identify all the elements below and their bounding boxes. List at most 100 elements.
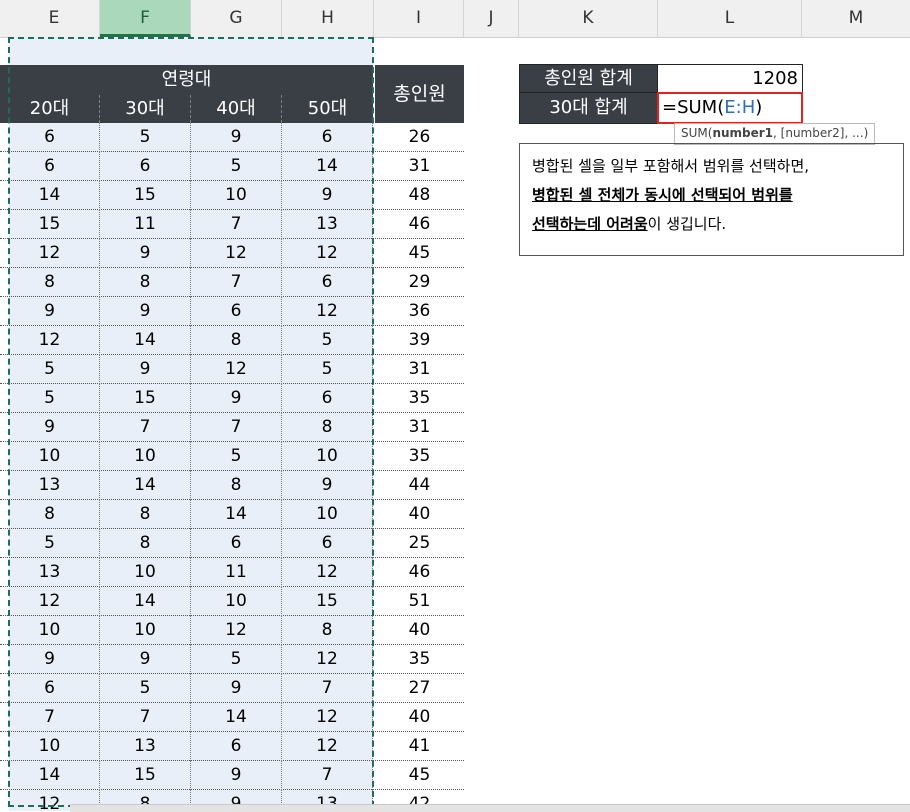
age40-cell[interactable]: 10 — [191, 181, 282, 210]
age50-cell[interactable]: 5 — [282, 355, 373, 384]
age50-cell[interactable]: 6 — [282, 529, 373, 558]
age20-cell[interactable]: 12 — [0, 326, 100, 355]
age20-cell[interactable]: 13 — [0, 471, 100, 500]
formula-cell[interactable]: =SUM(E:H) — [657, 92, 803, 124]
age40-cell[interactable]: 14 — [191, 500, 282, 529]
age40-cell[interactable]: 9 — [191, 123, 282, 152]
total-cell[interactable]: 40 — [375, 500, 464, 529]
total-cell[interactable]: 31 — [375, 152, 464, 181]
age30-cell[interactable]: 8 — [100, 529, 191, 558]
age50-cell[interactable]: 12 — [282, 703, 373, 732]
header-50s[interactable]: 50대 — [282, 95, 373, 123]
age50-cell[interactable]: 10 — [282, 500, 373, 529]
age50-cell[interactable]: 15 — [282, 587, 373, 616]
age50-cell[interactable]: 6 — [282, 268, 373, 297]
age40-cell[interactable]: 6 — [191, 732, 282, 761]
age40-cell[interactable]: 8 — [191, 471, 282, 500]
age40-cell[interactable]: 8 — [191, 326, 282, 355]
total-cell[interactable]: 51 — [375, 587, 464, 616]
total-cell[interactable]: 31 — [375, 355, 464, 384]
total-cell[interactable]: 27 — [375, 674, 464, 703]
total-sum-value[interactable]: 1208 — [657, 64, 803, 93]
age-group-header[interactable]: 연령대 — [0, 65, 373, 95]
age30-sum-label[interactable]: 30대 합계 — [519, 92, 658, 124]
age40-cell[interactable]: 7 — [191, 210, 282, 239]
age20-cell[interactable]: 6 — [0, 152, 100, 181]
age40-cell[interactable]: 12 — [191, 355, 282, 384]
age50-cell[interactable]: 12 — [282, 558, 373, 587]
header-40s[interactable]: 40대 — [191, 95, 282, 123]
age30-cell[interactable]: 9 — [100, 645, 191, 674]
age50-cell[interactable]: 8 — [282, 413, 373, 442]
age20-cell[interactable]: 12 — [0, 239, 100, 268]
age30-cell[interactable]: 9 — [100, 297, 191, 326]
age50-cell[interactable]: 7 — [282, 761, 373, 790]
col-header-j[interactable]: J — [464, 0, 519, 37]
age20-cell[interactable]: 9 — [0, 645, 100, 674]
age20-cell[interactable]: 9 — [0, 297, 100, 326]
col-header-e[interactable]: E — [9, 0, 100, 37]
age40-cell[interactable]: 7 — [191, 413, 282, 442]
age20-cell[interactable]: 9 — [0, 413, 100, 442]
function-tooltip[interactable]: SUM(number1, [number2], ...) — [674, 123, 876, 145]
total-cell[interactable]: 41 — [375, 732, 464, 761]
age30-cell[interactable]: 14 — [100, 326, 191, 355]
total-cell[interactable]: 46 — [375, 558, 464, 587]
age30-cell[interactable]: 14 — [100, 587, 191, 616]
age40-cell[interactable]: 6 — [191, 529, 282, 558]
age50-cell[interactable]: 6 — [282, 123, 373, 152]
age20-cell[interactable]: 15 — [0, 210, 100, 239]
header-20s[interactable]: 20대 — [0, 95, 100, 123]
age30-cell[interactable]: 9 — [100, 355, 191, 384]
age20-cell[interactable]: 8 — [0, 268, 100, 297]
age50-cell[interactable]: 14 — [282, 152, 373, 181]
age30-cell[interactable]: 8 — [100, 268, 191, 297]
age20-cell[interactable]: 12 — [0, 587, 100, 616]
age20-cell[interactable]: 13 — [0, 558, 100, 587]
total-cell[interactable]: 40 — [375, 616, 464, 645]
age50-cell[interactable]: 7 — [282, 674, 373, 703]
age50-cell[interactable]: 9 — [282, 471, 373, 500]
col-header-f[interactable]: F — [100, 0, 191, 37]
col-header-l[interactable]: L — [658, 0, 802, 37]
age50-cell[interactable]: 5 — [282, 326, 373, 355]
total-cell[interactable]: 35 — [375, 645, 464, 674]
age20-cell[interactable]: 10 — [0, 732, 100, 761]
age40-cell[interactable]: 10 — [191, 587, 282, 616]
age40-cell[interactable]: 9 — [191, 674, 282, 703]
age50-cell[interactable]: 8 — [282, 616, 373, 645]
age30-cell[interactable]: 15 — [100, 761, 191, 790]
age40-cell[interactable]: 6 — [191, 297, 282, 326]
total-cell[interactable]: 45 — [375, 239, 464, 268]
age50-cell[interactable]: 12 — [282, 297, 373, 326]
age40-cell[interactable]: 9 — [191, 761, 282, 790]
col-header-m[interactable]: M — [802, 0, 910, 37]
age40-cell[interactable]: 9 — [191, 384, 282, 413]
age30-cell[interactable]: 7 — [100, 703, 191, 732]
age20-cell[interactable]: 8 — [0, 500, 100, 529]
header-30s[interactable]: 30대 — [100, 95, 191, 123]
age40-cell[interactable]: 5 — [191, 152, 282, 181]
age50-cell[interactable]: 10 — [282, 442, 373, 471]
age40-cell[interactable]: 11 — [191, 558, 282, 587]
age50-cell[interactable]: 12 — [282, 239, 373, 268]
age20-cell[interactable]: 5 — [0, 384, 100, 413]
total-cell[interactable]: 31 — [375, 413, 464, 442]
age30-cell[interactable]: 14 — [100, 471, 191, 500]
age20-cell[interactable]: 5 — [0, 529, 100, 558]
col-header-i[interactable]: I — [374, 0, 464, 37]
age30-cell[interactable]: 13 — [100, 732, 191, 761]
age30-cell[interactable]: 15 — [100, 181, 191, 210]
age20-cell[interactable]: 6 — [0, 674, 100, 703]
age40-cell[interactable]: 12 — [191, 616, 282, 645]
age20-cell[interactable]: 14 — [0, 181, 100, 210]
total-cell[interactable]: 36 — [375, 297, 464, 326]
age20-cell[interactable]: 14 — [0, 761, 100, 790]
age40-cell[interactable]: 5 — [191, 645, 282, 674]
total-people-header[interactable]: 총인원 — [375, 65, 464, 123]
age50-cell[interactable]: 12 — [282, 732, 373, 761]
age30-cell[interactable]: 8 — [100, 500, 191, 529]
total-cell[interactable]: 25 — [375, 529, 464, 558]
age40-cell[interactable]: 14 — [191, 703, 282, 732]
age30-cell[interactable]: 6 — [100, 152, 191, 181]
